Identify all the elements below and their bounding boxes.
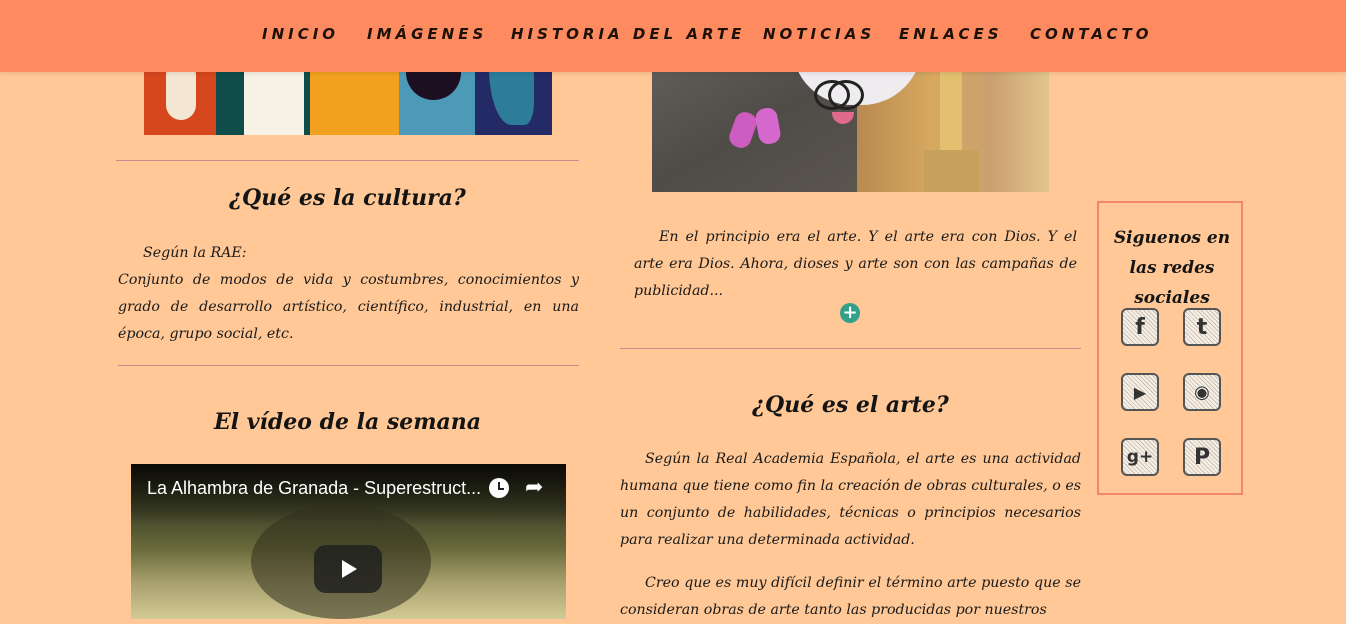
read-more-plus-button[interactable]: + <box>840 303 860 323</box>
watch-later-icon[interactable] <box>489 478 509 498</box>
nav-item-inicio[interactable]: INICIO <box>262 25 339 43</box>
nav-item-imagenes[interactable]: IMÁGENES <box>367 25 487 43</box>
video-section-heading: El vídeo de la semana <box>213 409 482 435</box>
culture-text-block: Según la RAE: Conjunto de modos de vida … <box>118 240 579 348</box>
share-icon[interactable]: ➦ <box>525 476 549 500</box>
art-definition-text: Según la Real Academia Española, el arte… <box>620 451 1081 548</box>
art-opinion-text: Creo que es muy difícil definir el térmi… <box>620 575 1081 618</box>
social-media-panel: Siguenos en las redes sociales f t ▶ ◉ g… <box>1097 201 1243 495</box>
culture-lead-text: Según la RAE: <box>143 245 247 261</box>
culture-definition-text: Conjunto de modos de vida y costumbres, … <box>118 272 579 342</box>
art-heading: ¿Qué es el arte? <box>752 392 949 418</box>
social-panel-title: Siguenos en las redes sociales <box>1113 228 1231 308</box>
top-navigation-bar: INICIO IMÁGENES HISTORIA DEL ARTE NOTICI… <box>0 0 1346 72</box>
facebook-icon[interactable]: f <box>1121 308 1159 346</box>
youtube-icon[interactable]: ▶ <box>1121 373 1159 411</box>
divider <box>116 160 579 161</box>
nav-item-historia-del-arte[interactable]: HISTORIA DEL ARTE <box>511 25 745 43</box>
culture-heading: ¿Qué es la cultura? <box>229 185 466 211</box>
divider <box>118 365 579 366</box>
instagram-icon[interactable]: ◉ <box>1183 373 1221 411</box>
play-button[interactable] <box>314 545 382 593</box>
play-icon <box>342 560 357 578</box>
video-title[interactable]: La Alhambra de Granada - Superestruct... <box>147 478 481 499</box>
pinterest-icon[interactable]: P <box>1183 438 1221 476</box>
nav-item-noticias[interactable]: NOTICIAS <box>763 25 875 43</box>
google-plus-icon[interactable]: g+ <box>1121 438 1159 476</box>
nav-item-enlaces[interactable]: ENLACES <box>899 25 1003 43</box>
tumblr-icon[interactable]: t <box>1183 308 1221 346</box>
youtube-video-embed[interactable]: La Alhambra de Granada - Superestruct...… <box>131 464 566 619</box>
intro-text: En el principio era el arte. Y el arte e… <box>634 229 1077 299</box>
nav-item-contacto[interactable]: CONTACTO <box>1030 25 1153 43</box>
divider <box>620 348 1081 349</box>
